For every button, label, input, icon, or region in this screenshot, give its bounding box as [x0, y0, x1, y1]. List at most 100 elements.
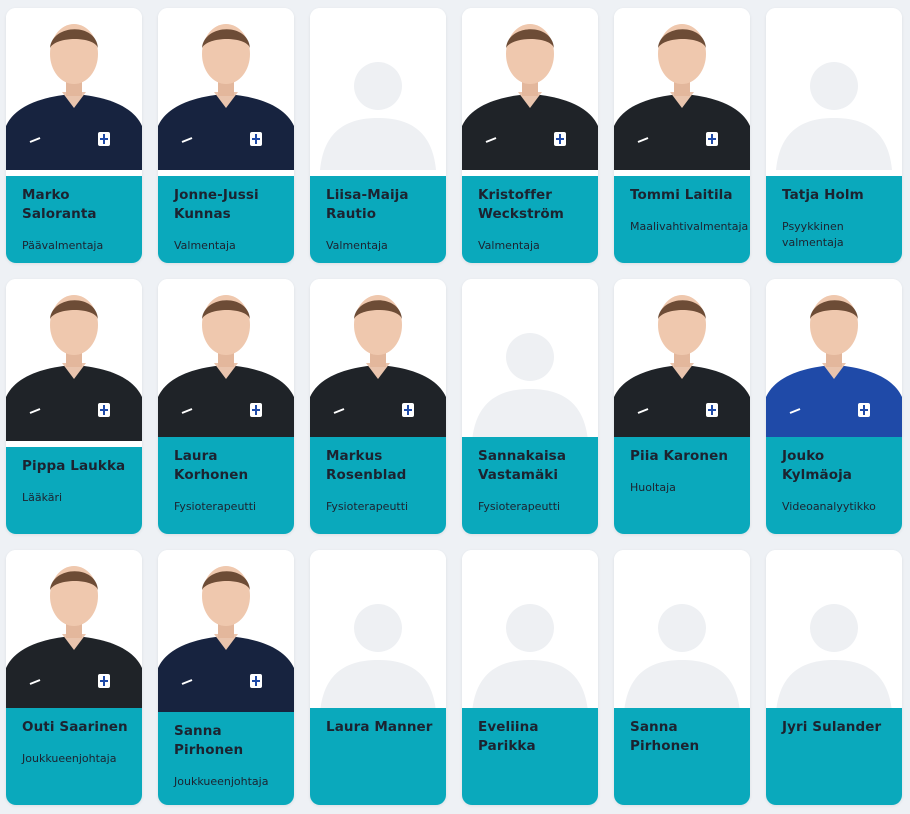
staff-role: Fysioterapeutti [326, 500, 409, 513]
staff-role: Valmentaja [174, 239, 236, 252]
portrait-photo [766, 279, 902, 441]
staff-card[interactable]: Jyri Sulander [766, 550, 902, 805]
staff-photo [310, 8, 446, 170]
staff-role: Joukkueenjohtaja [174, 775, 269, 788]
avatar-placeholder-icon [462, 279, 598, 441]
staff-info: Sannakaisa Vastamäki Fysioterapeutti [462, 437, 598, 534]
staff-role: Valmentaja [326, 239, 388, 252]
staff-card[interactable]: Eveliina Parikka [462, 550, 598, 805]
staff-photo [462, 279, 598, 441]
portrait-photo [462, 8, 598, 170]
staff-name: Kristoffer Weckström [478, 187, 564, 222]
staff-role: Huoltaja [630, 481, 676, 494]
staff-photo [766, 550, 902, 712]
portrait-photo [614, 8, 750, 170]
staff-info: Markus Rosenblad Fysioterapeutti [310, 437, 446, 534]
avatar-placeholder-icon [766, 8, 902, 170]
staff-photo [766, 279, 902, 441]
avatar-placeholder-icon [614, 550, 750, 712]
staff-role: Maalivahtivalmentaja [630, 220, 749, 233]
portrait-photo [310, 279, 446, 441]
staff-name: Jouko Kylmäoja [782, 448, 853, 483]
staff-info: Jouko Kylmäoja Videoanalyytikko [766, 437, 902, 534]
staff-card[interactable]: Jouko Kylmäoja Videoanalyytikko [766, 279, 902, 534]
staff-info: Pippa Laukka Lääkäri [6, 447, 142, 534]
staff-card[interactable]: Sanna Pirhonen [614, 550, 750, 805]
staff-role: Videoanalyytikko [782, 500, 876, 513]
portrait-photo [6, 550, 142, 712]
staff-info: Liisa-Maija Rautio Valmentaja [310, 176, 446, 263]
staff-info: Jyri Sulander [766, 708, 902, 805]
staff-photo [766, 8, 902, 170]
staff-photo [614, 8, 750, 170]
staff-info: Eveliina Parikka [462, 708, 598, 805]
staff-photo [614, 279, 750, 441]
staff-info: Tommi Laitila Maalivahtivalmentaja [614, 176, 750, 263]
staff-name: Piia Karonen [630, 448, 729, 464]
staff-name: Sanna Pirhonen [630, 719, 700, 754]
staff-info: Outi Saarinen Joukkueenjohtaja [6, 708, 142, 805]
staff-info: Laura Manner [310, 708, 446, 805]
portrait-photo [158, 8, 294, 170]
staff-name: Liisa-Maija Rautio [326, 187, 409, 222]
staff-photo [6, 8, 142, 170]
staff-info: Sanna Pirhonen [614, 708, 750, 805]
staff-photo [462, 8, 598, 170]
staff-photo [462, 550, 598, 712]
staff-name: Outi Saarinen [22, 719, 128, 735]
portrait-photo [6, 279, 142, 441]
staff-name: Pippa Laukka [22, 458, 126, 474]
avatar-placeholder-icon [310, 8, 446, 170]
staff-card[interactable]: Laura Manner [310, 550, 446, 805]
avatar-placeholder-icon [462, 550, 598, 712]
staff-role: Psyykkinen valmentaja [782, 220, 844, 249]
staff-photo [6, 550, 142, 712]
staff-role: Lääkäri [22, 491, 63, 504]
staff-card[interactable]: Markus Rosenblad Fysioterapeutti [310, 279, 446, 534]
staff-card[interactable]: Tatja Holm Psyykkinen valmentaja [766, 8, 902, 263]
staff-card[interactable]: Sanna Pirhonen Joukkueenjohtaja [158, 550, 294, 805]
staff-card[interactable]: Kristoffer Weckström Valmentaja [462, 8, 598, 263]
staff-card[interactable]: Liisa-Maija Rautio Valmentaja [310, 8, 446, 263]
staff-role: Päävalmentaja [22, 239, 104, 252]
staff-grid: Marko Saloranta Päävalmentaja Jonne-Jussi… [0, 0, 910, 814]
staff-name: Laura Manner [326, 719, 433, 735]
staff-photo [310, 279, 446, 441]
staff-name: Laura Korhonen [174, 448, 249, 483]
staff-photo [614, 550, 750, 712]
portrait-photo [6, 8, 142, 170]
portrait-photo [614, 279, 750, 441]
staff-photo [6, 279, 142, 441]
staff-name: Tatja Holm [782, 187, 864, 203]
staff-info: Marko Saloranta Päävalmentaja [6, 176, 142, 263]
staff-role: Fysioterapeutti [174, 500, 257, 513]
staff-card[interactable]: Pippa Laukka Lääkäri [6, 279, 142, 534]
staff-card[interactable]: Laura Korhonen Fysioterapeutti [158, 279, 294, 534]
staff-name: Sannakaisa Vastamäki [478, 448, 567, 483]
staff-info: Tatja Holm Psyykkinen valmentaja [766, 176, 902, 263]
staff-role: Joukkueenjohtaja [22, 752, 117, 765]
staff-name: Jyri Sulander [782, 719, 882, 735]
staff-card[interactable]: Piia Karonen Huoltaja [614, 279, 750, 534]
staff-card[interactable]: Jonne-Jussi Kunnas Valmentaja [158, 8, 294, 263]
portrait-photo [158, 550, 294, 712]
staff-name: Jonne-Jussi Kunnas [174, 187, 259, 222]
staff-card[interactable]: Marko Saloranta Päävalmentaja [6, 8, 142, 263]
staff-card[interactable]: Outi Saarinen Joukkueenjohtaja [6, 550, 142, 805]
staff-photo [310, 550, 446, 712]
staff-card[interactable]: Tommi Laitila Maalivahtivalmentaja [614, 8, 750, 263]
staff-photo [158, 8, 294, 170]
staff-card[interactable]: Sannakaisa Vastamäki Fysioterapeutti [462, 279, 598, 534]
staff-photo [158, 550, 294, 712]
staff-name: Marko Saloranta [22, 187, 97, 222]
staff-info: Kristoffer Weckström Valmentaja [462, 176, 598, 263]
staff-name: Sanna Pirhonen [174, 723, 244, 758]
staff-name: Eveliina Parikka [478, 719, 539, 754]
staff-role: Fysioterapeutti [478, 500, 561, 513]
portrait-photo [158, 279, 294, 441]
staff-info: Piia Karonen Huoltaja [614, 437, 750, 534]
staff-photo [158, 279, 294, 441]
staff-info: Jonne-Jussi Kunnas Valmentaja [158, 176, 294, 263]
staff-info: Laura Korhonen Fysioterapeutti [158, 437, 294, 534]
staff-role: Valmentaja [478, 239, 540, 252]
